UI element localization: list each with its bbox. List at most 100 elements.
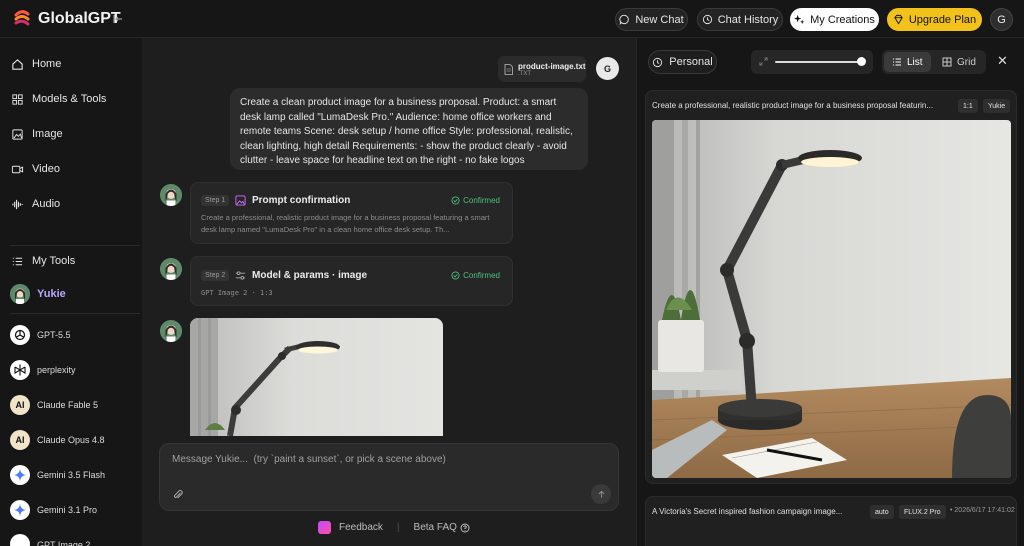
upgrade-plan-label: Upgrade Plan [908,13,977,26]
sidebar-item-my-tools[interactable]: My Tools [11,251,75,271]
new-chat-label: New Chat [635,13,684,26]
list-icon [12,257,23,265]
sidebar-model-gemini-3-1-pro[interactable]: Gemini 3.1 Pro [10,499,97,521]
help-circle-icon[interactable] [460,523,470,533]
close-panel-icon[interactable]: ✕ [997,53,1008,69]
app-name: GlobalGPT [38,10,121,27]
creation-card[interactable]: Create a professional, realistic product… [645,90,1017,484]
step-pill: Step 1 [201,195,230,206]
footer-divider: | [396,522,400,533]
model-label: Claude Opus 4.8 [37,435,105,445]
step-status: Confirmed [451,196,500,205]
attached-file[interactable]: product-image.txt .TXT [498,56,586,82]
sidebar-item-label: Home [32,58,62,70]
model-tag: FLUX.2 Pro [899,505,946,519]
my-creations-button[interactable]: My Creations [790,8,879,31]
sidebar-item-image[interactable]: Image [11,124,63,144]
message-input[interactable] [172,454,592,465]
my-creations-label: My Creations [810,13,875,26]
sidebar-item-audio[interactable]: Audio [11,194,60,214]
home-icon [12,58,23,70]
step-pill: Step 2 [201,270,230,281]
grid-icon [12,93,23,105]
video-icon [11,165,24,173]
creations-panel: Personal List Grid ✕ Create a profession… [636,38,1024,546]
account-avatar[interactable]: G [990,8,1013,31]
openai-icon [10,325,30,345]
view-list-button[interactable]: List [884,52,931,72]
yukie-avatar [10,284,30,304]
grid-icon [942,57,952,67]
personal-filter-button[interactable]: Personal [648,50,717,74]
sidebar-item-yukie[interactable]: Yukie [10,283,66,305]
creation-image[interactable] [652,120,1011,478]
expand-icon[interactable] [759,57,768,66]
creation-title: A Victoria's Secret inspired fashion cam… [652,507,843,516]
view-list-label: List [907,56,923,68]
openai-icon [10,534,30,546]
sidebar-item-video[interactable]: Video [11,159,60,179]
image-icon [12,128,23,140]
feedback-link[interactable]: Feedback [339,522,383,533]
check-circle-icon [451,271,460,280]
step-card-model-params[interactable]: Step 2 Model & params · image Confirmed … [190,256,513,306]
sidebar-item-models-tools[interactable]: Models & Tools [11,89,106,109]
sidebar-model-gpt-5-5[interactable]: GPT-5.5 [10,324,71,346]
view-toggle: List Grid [882,50,986,74]
chat-area: product-image.txt .TXT G Create a clean … [142,38,636,546]
sidebar-model-claude-fable-5[interactable]: AI Claude Fable 5 [10,394,98,416]
list-icon [893,58,901,66]
view-grid-button[interactable]: Grid [934,52,984,72]
message-composer [159,443,619,511]
personal-label: Personal [669,56,713,68]
history-icon [702,14,712,25]
chat-bubble-icon [619,14,630,25]
top-bar: GlobalGPT New Chat Chat History My Creat… [0,0,1024,38]
new-chat-button[interactable]: New Chat [615,8,688,31]
yukie-avatar [160,320,182,342]
step-title: Prompt confirmation [252,195,351,206]
sidebar-divider [10,313,140,314]
sidebar-item-label: Models & Tools [32,93,107,105]
step-description: GPT Image 2 · 1:3 [201,289,273,297]
image-icon [235,195,246,206]
sliders-icon [235,271,246,280]
anthropic-icon: AI [10,395,30,415]
send-button[interactable] [591,484,611,504]
upgrade-plan-button[interactable]: Upgrade Plan [887,8,982,31]
generated-image-preview[interactable] [190,318,443,436]
agent-tag: Yukie [983,99,1011,113]
zoom-control [751,50,873,74]
collapse-sidebar-icon[interactable] [112,13,124,25]
step-title: Model & params · image [252,270,368,281]
sidebar-model-gemini-3-5-flash[interactable]: Gemini 3.5 Flash [10,464,105,486]
arrow-up-icon [597,490,605,498]
model-label: GPT-5.5 [37,330,71,340]
creation-card[interactable]: A Victoria's Secret inspired fashion cam… [645,496,1017,546]
beta-faq-link[interactable]: Beta FAQ [414,522,457,533]
chat-history-button[interactable]: Chat History [697,8,783,31]
sidebar-item-label: My Tools [32,255,76,267]
sidebar-model-claude-opus-4-8[interactable]: AI Claude Opus 4.8 [10,429,105,451]
clock-icon [653,57,663,67]
user-avatar: G [596,57,619,80]
file-ext: .TXT [518,70,531,77]
sidebar-divider [10,245,140,246]
model-label: GPT Image 2 [37,540,91,546]
zoom-slider-handle[interactable] [857,57,866,66]
sidebar-item-label: Yukie [37,288,66,300]
sidebar-item-home[interactable]: Home [11,54,61,74]
model-label: Claude Fable 5 [37,400,99,410]
logo[interactable]: GlobalGPT [12,9,121,29]
file-icon [504,63,513,75]
step-card-prompt-confirmation[interactable]: Step 1 Prompt confirmation Confirmed Cre… [190,182,513,244]
zoom-slider-track[interactable] [775,61,861,63]
aspect-ratio-tag: 1:1 [958,99,978,113]
model-label: perplexity [37,365,76,375]
chat-history-label: Chat History [717,13,779,26]
diamond-icon [894,14,903,25]
sidebar-model-gpt-image-2[interactable]: GPT Image 2 [10,534,90,546]
model-label: Gemini 3.5 Flash [37,470,106,480]
paperclip-icon[interactable] [172,489,184,501]
sidebar-model-perplexity[interactable]: perplexity [10,359,76,381]
